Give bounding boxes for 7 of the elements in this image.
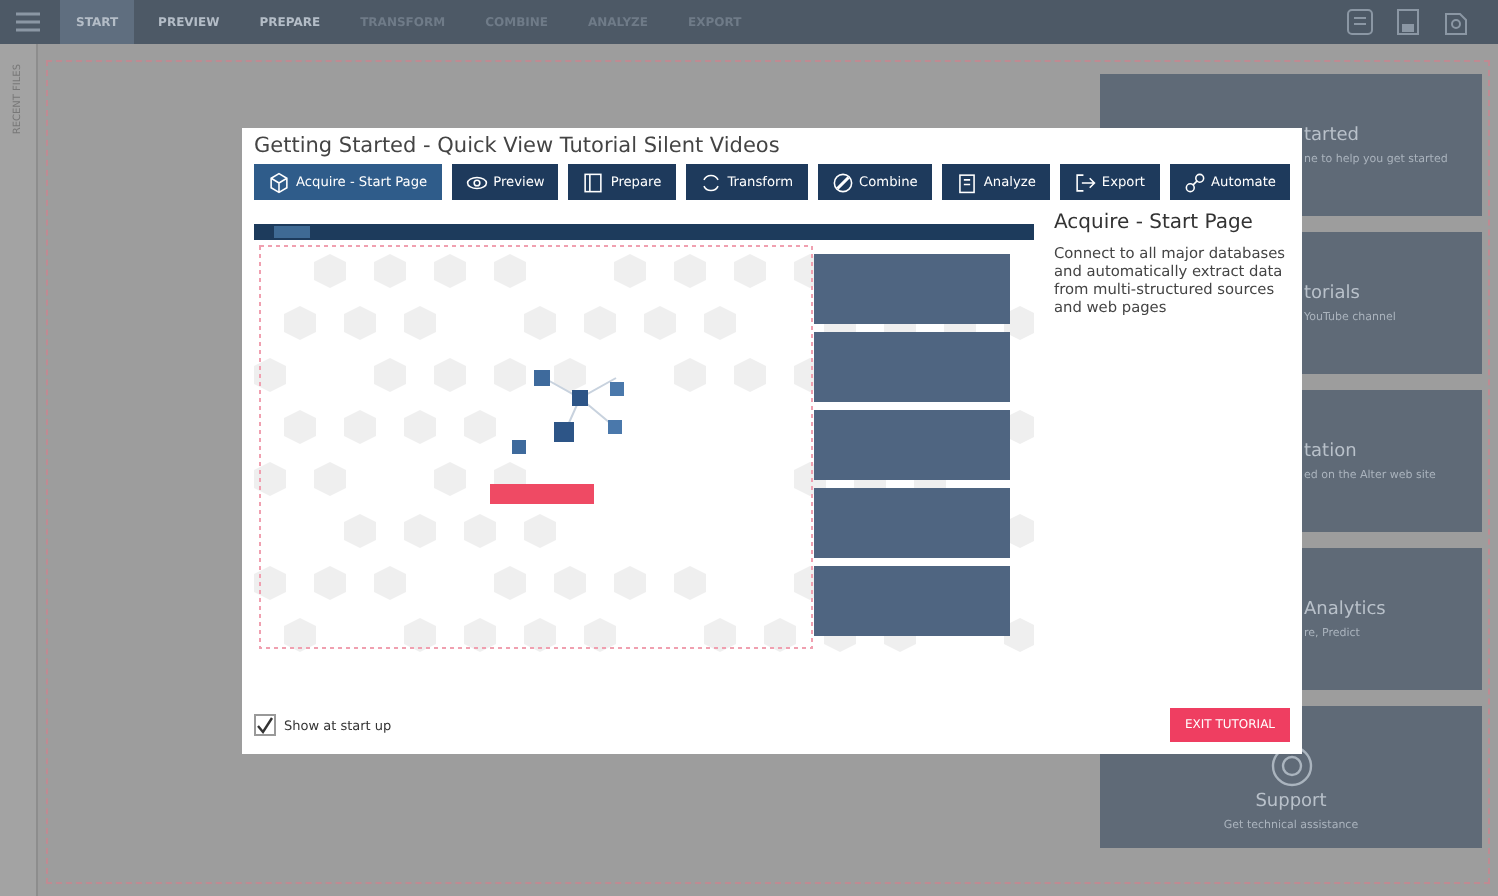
card-title: Support — [1255, 792, 1327, 812]
card-title: torials — [1304, 283, 1362, 303]
card-title: tation — [1304, 441, 1359, 461]
card-title: Analytics — [1304, 599, 1388, 619]
dialog-title: Getting Started - Quick View Tutorial Silent Videos — [254, 134, 782, 158]
section-heading: Acquire - Start Page — [1054, 212, 1255, 234]
card-title: tarted — [1304, 125, 1362, 145]
